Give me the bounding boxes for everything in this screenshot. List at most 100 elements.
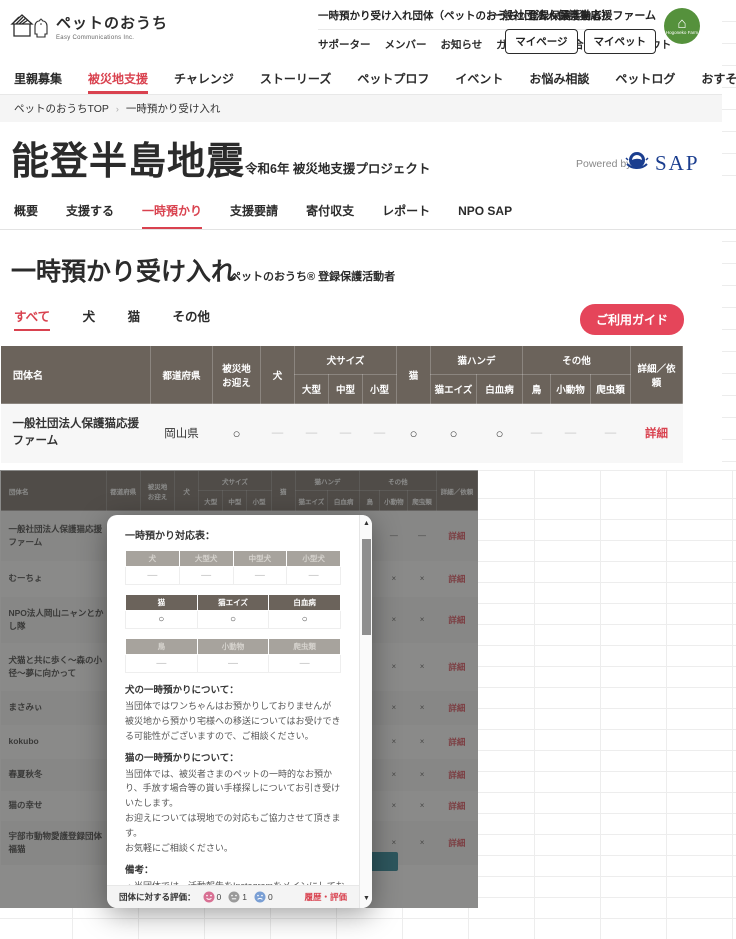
modal-scrollbar[interactable]: ▲ ▼ — [359, 515, 372, 908]
modal-table-value: — — [126, 567, 180, 585]
scroll-down-icon[interactable]: ▼ — [360, 892, 372, 906]
nav-petlog[interactable]: ペットログ — [615, 62, 675, 94]
value-medium: — — [340, 427, 352, 439]
subnav-kifu[interactable]: 寄付収支 — [306, 192, 354, 229]
org-detail-modal: 一時預かり対応表： 犬大型犬中型犬小型犬———— 猫猫エイズ白血病○○○ 鳥小動… — [107, 515, 372, 908]
filter-tab-all[interactable]: すべて — [14, 296, 50, 337]
value-dog: — — [272, 427, 284, 439]
sap-emblem-icon — [624, 148, 650, 179]
modal-table-value: — — [287, 567, 341, 585]
site-logo[interactable]: ペットのおうち Easy Communications Inc. — [10, 12, 168, 44]
main-nav: 里親募集 被災地支援 チャレンジ ストーリーズ ペットプロフ イベント お悩み相… — [0, 62, 722, 95]
smiley-neutral-icon[interactable] — [228, 891, 240, 903]
col-leukemia: 白血病 — [477, 375, 523, 404]
rating-neutral-count: 1 — [242, 892, 247, 902]
subnav-azukari[interactable]: 一時預かり — [142, 192, 202, 229]
value-small: — — [374, 427, 386, 439]
account-name: 一般社団法人保護猫応援ファーム — [491, 7, 656, 23]
page-title: 一時預かり受け入れ — [11, 252, 236, 288]
modal-table-header: 中型犬 — [233, 551, 287, 567]
col-bird: 鳥 — [523, 375, 551, 404]
col-small: 小型 — [363, 375, 397, 404]
breadcrumb-current: 一時預かり受け入れ — [126, 101, 221, 116]
site-header: ペットのおうち Easy Communications Inc. 一時預かり受け… — [0, 0, 722, 62]
sap-logo[interactable]: SAP — [624, 148, 700, 179]
modal-table-header: 爬虫類 — [269, 639, 341, 655]
value-cat-aids: ○ — [450, 426, 458, 441]
section-heading: 一時預かり受け入れ ペットのおうち® 登録保護活動者 — [0, 230, 722, 296]
sap-wordmark: SAP — [655, 151, 700, 176]
nav-osusowake[interactable]: おすそ分け⧉ — [701, 62, 736, 94]
subnav-overview[interactable]: 概要 — [14, 192, 38, 229]
value-reptile: — — [605, 427, 617, 439]
modal-dog-heading: 犬の一時預かりについて： — [125, 682, 345, 696]
breadcrumb-home[interactable]: ペットのおうちTOP — [14, 101, 109, 116]
smiley-good-icon[interactable] — [203, 891, 215, 903]
modal-table-value: — — [179, 567, 233, 585]
modal-table-value: — — [233, 567, 287, 585]
scrollbar-thumb[interactable] — [362, 539, 371, 635]
col-name: 団体名 — [1, 346, 151, 404]
rating-good: 0 — [203, 891, 222, 903]
modal-notes-heading: 備考： — [125, 862, 345, 876]
filter-tab-dog[interactable]: 犬 — [83, 296, 96, 337]
modal-table-value: — — [126, 655, 198, 673]
col-pickup: 被災地 お迎え — [213, 346, 261, 404]
nav-stories[interactable]: ストーリーズ — [260, 62, 331, 94]
col-dog-size: 犬サイズ — [295, 346, 397, 375]
header-link-supporter[interactable]: サポーター — [318, 37, 371, 52]
nav-hisaichi-shien[interactable]: 被災地支援 — [88, 62, 148, 94]
guide-button[interactable]: ご利用ガイド — [580, 304, 684, 335]
col-pref: 都道府県 — [151, 346, 213, 404]
modal-table-header: 猫エイズ — [197, 595, 269, 611]
scroll-up-icon[interactable]: ▲ — [360, 517, 372, 531]
rating-good-count: 0 — [217, 892, 222, 902]
account-avatar[interactable]: ⌂ Hogoneko Farm — [664, 8, 700, 44]
modal-title: 一時預かり対応表： — [125, 527, 345, 542]
modal-cat-heading: 猫の一時預かりについて： — [125, 750, 345, 764]
modal-body: 一時預かり対応表： 犬大型犬中型犬小型犬———— 猫猫エイズ白血病○○○ 鳥小動… — [107, 515, 359, 885]
filter-bar: すべて 犬 猫 その他 ご利用ガイド — [0, 296, 722, 345]
nav-challenge[interactable]: チャレンジ — [174, 62, 234, 94]
value-leukemia: ○ — [496, 426, 504, 441]
rating-neutral: 1 — [228, 891, 247, 903]
site-logo-subtext: Easy Communications Inc. — [56, 35, 168, 41]
header-link-news[interactable]: お知らせ — [441, 37, 483, 52]
hero-subtitle: 令和6年 被災地支援プロジェクト — [245, 158, 430, 177]
modal-footer: 団体に対する評価： 0 1 0 — [107, 885, 359, 908]
modal-table-value: ○ — [197, 611, 269, 629]
value-small-animal: — — [565, 427, 577, 439]
page: ペットのおうち Easy Communications Inc. 一時預かり受け… — [0, 0, 736, 939]
rating-bad: 0 — [254, 891, 273, 903]
header-link-member[interactable]: メンバー — [385, 37, 427, 52]
hero-title: 能登半島地震 — [11, 130, 245, 185]
subnav-report[interactable]: レポート — [382, 192, 430, 229]
col-dog: 犬 — [261, 346, 295, 404]
modal-dog-text: 当団体ではワンちゃんはお預かりしておりませんが 被災地から預かり宅様への移送につ… — [125, 699, 345, 744]
subnav-npo-sap[interactable]: NPO SAP — [458, 192, 512, 229]
filter-tab-cat[interactable]: 猫 — [128, 296, 141, 337]
col-medium: 中型 — [329, 375, 363, 404]
modal-table-header: 白血病 — [269, 595, 341, 611]
mypage-button[interactable]: マイページ — [505, 29, 577, 54]
value-bird: — — [531, 427, 543, 439]
col-other: その他 — [523, 346, 631, 375]
nav-petprof[interactable]: ペットプロフ — [357, 62, 429, 94]
subnav-support[interactable]: 支援する — [66, 192, 114, 229]
nav-satooya[interactable]: 里親募集 — [14, 62, 62, 94]
history-rating-link[interactable]: 履歴・評価 — [304, 891, 347, 903]
col-detail: 詳細／依頼 — [631, 346, 683, 404]
smiley-bad-icon[interactable] — [254, 891, 266, 903]
rating-label: 団体に対する評価： — [119, 891, 196, 903]
mypet-button[interactable]: マイペット — [584, 29, 657, 54]
nav-onayami[interactable]: お悩み相談 — [529, 62, 589, 94]
col-large: 大型 — [295, 375, 329, 404]
modal-table-value: ○ — [269, 611, 341, 629]
table-row: 一般社団法人保護猫応援ファーム 岡山県 ○ — — — — ○ ○ ○ — — … — [1, 404, 683, 463]
modal-table-header: 小動物 — [197, 639, 269, 655]
subnav-yousei[interactable]: 支援要請 — [230, 192, 278, 229]
nav-event[interactable]: イベント — [455, 62, 503, 94]
col-cat: 猫 — [397, 346, 431, 404]
detail-link[interactable]: 詳細 — [645, 428, 668, 440]
filter-tab-other[interactable]: その他 — [173, 296, 211, 337]
